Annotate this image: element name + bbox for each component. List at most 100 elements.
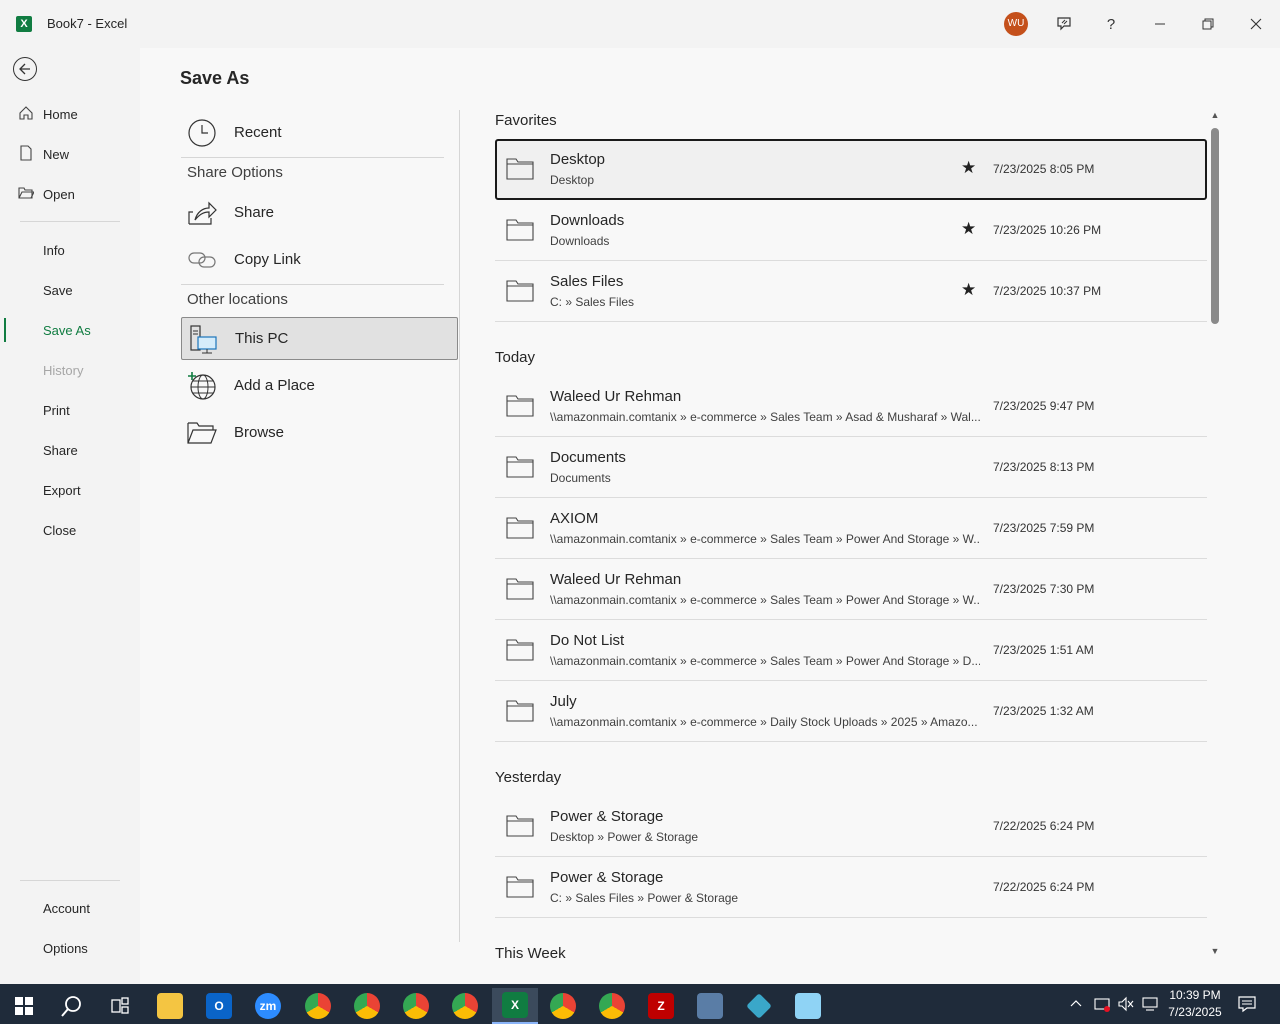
scroll-down-arrow-icon[interactable]: ▼ bbox=[1210, 946, 1220, 956]
folder-row[interactable]: July \\amazonmain.comtanix » e-commerce … bbox=[495, 681, 1207, 742]
notifications-icon[interactable] bbox=[1238, 984, 1256, 1024]
folder-row[interactable]: AXIOM \\amazonmain.comtanix » e-commerce… bbox=[495, 498, 1207, 559]
folder-icon bbox=[506, 517, 534, 539]
other-locations-header: Other locations bbox=[187, 291, 288, 308]
chrome-icon[interactable] bbox=[592, 988, 632, 1024]
group-header-this-week: This Week bbox=[495, 945, 566, 962]
location-label: Copy Link bbox=[234, 251, 301, 268]
chrome-icon[interactable] bbox=[445, 988, 485, 1024]
feedback-icon[interactable] bbox=[1048, 8, 1080, 40]
scroll-thumb[interactable] bbox=[1211, 128, 1219, 324]
zoom-icon[interactable]: zm bbox=[248, 988, 288, 1024]
close-icon bbox=[1250, 18, 1262, 30]
folder-icon bbox=[506, 219, 534, 241]
location-add-place[interactable]: Add a Place bbox=[181, 364, 458, 407]
nav-export[interactable]: Export bbox=[0, 470, 140, 510]
volume-muted-icon[interactable] bbox=[1118, 984, 1134, 1024]
outlook-icon[interactable]: O bbox=[199, 988, 239, 1024]
folder-icon bbox=[506, 158, 534, 180]
windows-taskbar: O zm X Z 10:39 PM 7/23/2025 bbox=[0, 984, 1280, 1024]
folder-name: July bbox=[550, 693, 577, 710]
nav-close[interactable]: Close bbox=[0, 510, 140, 550]
nav-options[interactable]: Options bbox=[0, 928, 140, 968]
folder-icon bbox=[506, 815, 534, 837]
nav-new[interactable]: New bbox=[0, 134, 140, 174]
back-button[interactable] bbox=[13, 57, 37, 81]
folder-name: Power & Storage bbox=[550, 808, 664, 825]
folder-date: 7/22/2025 6:24 PM bbox=[993, 819, 1095, 833]
nav-account[interactable]: Account bbox=[0, 888, 140, 928]
calculator-icon[interactable] bbox=[690, 988, 730, 1024]
folder-path: \\amazonmain.comtanix » e-commerce » Sal… bbox=[550, 593, 980, 607]
folder-row[interactable]: Documents Documents 7/23/2025 8:13 PM bbox=[495, 437, 1207, 498]
folder-row[interactable]: Sales Files C: » Sales Files ★ 7/23/2025… bbox=[495, 261, 1207, 322]
folder-date: 7/23/2025 7:59 PM bbox=[993, 521, 1095, 535]
search-icon[interactable] bbox=[52, 988, 92, 1024]
excel-icon[interactable]: X bbox=[492, 988, 538, 1024]
folder-path: Downloads bbox=[550, 234, 610, 248]
filezilla-icon[interactable]: Z bbox=[641, 988, 681, 1024]
nav-label: Save bbox=[43, 282, 73, 298]
display-icon[interactable] bbox=[1142, 984, 1158, 1024]
folder-name: Documents bbox=[550, 449, 626, 466]
folder-list-scrollbar[interactable]: ▲ ▼ bbox=[1208, 110, 1222, 962]
folder-date: 7/22/2025 6:24 PM bbox=[993, 880, 1095, 894]
restore-button[interactable] bbox=[1192, 8, 1224, 40]
minimize-button[interactable] bbox=[1144, 8, 1176, 40]
close-window-button[interactable] bbox=[1240, 8, 1272, 40]
folder-row[interactable]: Power & Storage Desktop » Power & Storag… bbox=[495, 796, 1207, 857]
pinned-star-icon[interactable]: ★ bbox=[961, 158, 976, 178]
app-icon[interactable] bbox=[739, 988, 779, 1024]
folder-name: Waleed Ur Rehman bbox=[550, 388, 682, 405]
file-explorer-icon[interactable] bbox=[150, 988, 190, 1024]
folder-icon bbox=[506, 280, 534, 302]
avatar[interactable]: WU bbox=[1004, 12, 1028, 36]
windows-start-icon[interactable] bbox=[4, 988, 44, 1024]
network-icon[interactable] bbox=[1094, 984, 1110, 1024]
open-folder-icon bbox=[0, 185, 43, 204]
help-button[interactable]: ? bbox=[1095, 8, 1127, 40]
system-clock[interactable]: 10:39 PM 7/23/2025 bbox=[1162, 987, 1228, 1021]
location-label: Share bbox=[234, 204, 275, 221]
nav-share[interactable]: Share bbox=[0, 430, 140, 470]
chrome-icon[interactable] bbox=[347, 988, 387, 1024]
scroll-up-arrow-icon[interactable]: ▲ bbox=[1210, 110, 1220, 120]
location-copy-link[interactable]: Copy Link bbox=[181, 238, 458, 281]
chrome-icon[interactable] bbox=[298, 988, 338, 1024]
nav-divider bbox=[20, 880, 120, 881]
location-this-pc[interactable]: This PC bbox=[181, 317, 458, 360]
location-recent[interactable]: Recent bbox=[181, 111, 458, 154]
nav-label: Close bbox=[43, 522, 77, 538]
location-share[interactable]: Share bbox=[181, 191, 458, 234]
folder-row[interactable]: Power & Storage C: » Sales Files » Power… bbox=[495, 857, 1207, 918]
nav-open[interactable]: Open bbox=[0, 174, 140, 214]
minimize-icon bbox=[1155, 23, 1165, 25]
folder-row[interactable]: Waleed Ur Rehman \\amazonmain.comtanix »… bbox=[495, 376, 1207, 437]
folder-row[interactable]: Desktop Desktop ★ 7/23/2025 8:05 PM bbox=[495, 139, 1207, 200]
nav-label: Account bbox=[43, 900, 90, 916]
folder-icon bbox=[506, 876, 534, 898]
folder-icon bbox=[506, 700, 534, 722]
folder-date: 7/23/2025 1:51 AM bbox=[993, 643, 1094, 657]
chrome-icon[interactable] bbox=[396, 988, 436, 1024]
nav-home[interactable]: Home bbox=[0, 94, 140, 134]
location-label: This PC bbox=[235, 330, 289, 347]
chrome-icon[interactable] bbox=[543, 988, 583, 1024]
task-view-icon[interactable] bbox=[100, 988, 140, 1024]
location-divider bbox=[181, 284, 444, 285]
folder-row[interactable]: Waleed Ur Rehman \\amazonmain.comtanix »… bbox=[495, 559, 1207, 620]
folder-row[interactable]: Downloads Downloads ★ 7/23/2025 10:26 PM bbox=[495, 200, 1207, 261]
nav-print[interactable]: Print bbox=[0, 390, 140, 430]
folder-name: AXIOM bbox=[550, 510, 599, 527]
location-browse[interactable]: Browse bbox=[181, 411, 458, 454]
notepad-icon[interactable] bbox=[788, 988, 828, 1024]
pinned-star-icon[interactable]: ★ bbox=[961, 280, 976, 300]
nav-save[interactable]: Save bbox=[0, 270, 140, 310]
column-divider bbox=[459, 110, 460, 942]
nav-info[interactable]: Info bbox=[0, 230, 140, 270]
nav-save-as[interactable]: Save As bbox=[0, 310, 140, 350]
browse-folder-icon bbox=[181, 418, 234, 448]
folder-row[interactable]: Do Not List \\amazonmain.comtanix » e-co… bbox=[495, 620, 1207, 681]
pinned-star-icon[interactable]: ★ bbox=[961, 219, 976, 239]
show-hidden-icons-icon[interactable] bbox=[1070, 984, 1082, 1024]
